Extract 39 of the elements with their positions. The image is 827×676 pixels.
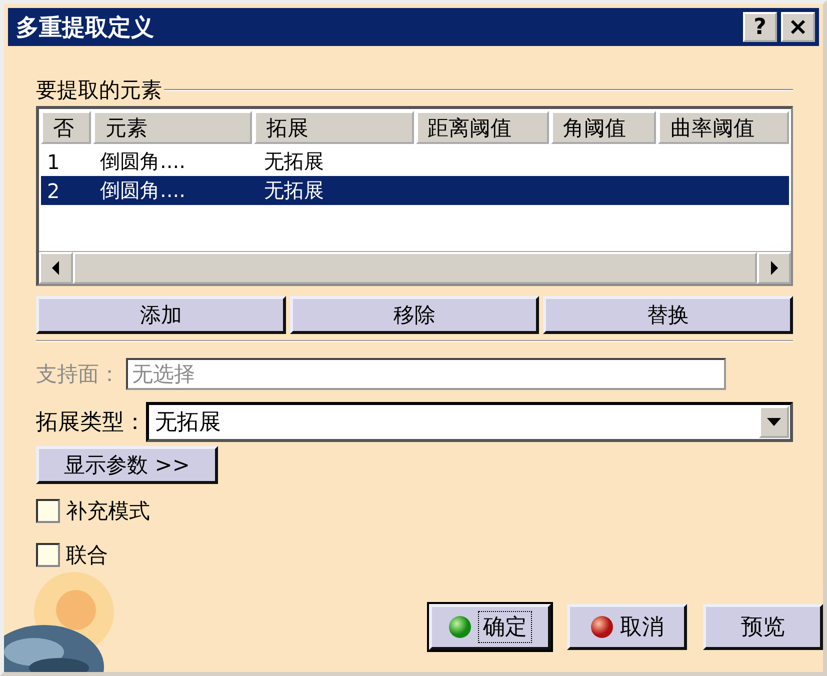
checkbox[interactable] (36, 499, 60, 523)
table-cell-text: 倒圆角.... (99, 177, 186, 204)
column-header[interactable]: 否 (41, 111, 92, 144)
column-header[interactable]: 角阈值 (551, 111, 656, 144)
ok-button[interactable]: 确定 (429, 604, 551, 650)
checkbox-label: 补充模式 (66, 498, 150, 525)
column-header[interactable]: 距离阈值 (416, 111, 550, 144)
column-header[interactable]: 拓展 (254, 111, 414, 144)
dropdown-arrow-icon[interactable] (767, 418, 781, 426)
list-action-button[interactable]: 移除 (290, 296, 540, 334)
support-label: 支持面： (36, 361, 120, 388)
table-cell-text: 无拓展 (263, 177, 325, 204)
extension-type-dropdown[interactable]: 无拓展 (146, 402, 793, 442)
cancel-sphere-icon (590, 615, 614, 639)
preview-button[interactable]: 预览 (703, 604, 823, 650)
table-cell-text: 1 (46, 150, 61, 174)
list-action-button[interactable]: 添加 (36, 296, 286, 334)
column-header[interactable]: 曲率阈值 (658, 111, 789, 144)
group-label: 要提取的元素 (36, 77, 162, 104)
horizontal-scrollbar[interactable] (39, 251, 791, 284)
extension-type-label: 拓展类型： (36, 409, 146, 437)
table-cell-text: 倒圆角.... (99, 148, 186, 175)
cancel-button[interactable]: 取消 (567, 604, 687, 650)
checkbox[interactable] (36, 543, 60, 567)
scroll-right-icon[interactable] (769, 261, 779, 275)
list-action-button[interactable]: 替换 (543, 296, 794, 334)
scroll-left-icon[interactable] (51, 261, 61, 275)
window-title: 多重提取定义 (16, 14, 155, 42)
table-cell-text: 2 (46, 178, 61, 202)
column-header[interactable]: 元素 (93, 111, 252, 144)
close-icon[interactable] (789, 18, 807, 36)
help-button[interactable]: ? (743, 12, 777, 42)
table-row[interactable]: 1 倒圆角.... 无拓展 (41, 147, 789, 176)
table-row[interactable]: 2 倒圆角.... 无拓展 (41, 176, 789, 205)
show-parameters-button[interactable]: 显示参数 >> (36, 446, 218, 484)
checkbox-label: 联合 (66, 542, 108, 569)
close-button[interactable] (781, 12, 815, 42)
ok-sphere-icon (448, 615, 472, 639)
table-cell-text: 无拓展 (263, 148, 325, 175)
